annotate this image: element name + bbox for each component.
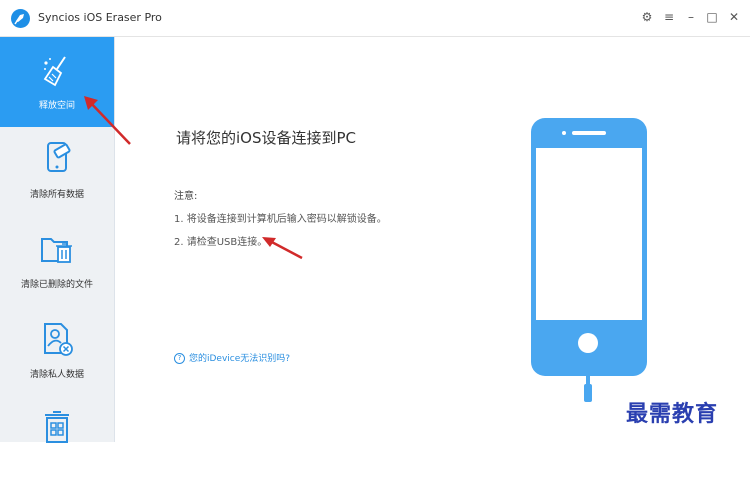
- minimize-icon[interactable]: –: [684, 10, 698, 24]
- phone-home-button: [578, 333, 598, 353]
- title-bar: Syncios iOS Eraser Pro ⚙ ≡ – □ ✕: [0, 0, 750, 37]
- watermark: 最需教育: [626, 401, 719, 427]
- notice-title: 注意:: [174, 191, 198, 202]
- annotation-arrow: [262, 237, 303, 260]
- sidebar-item-erase-deleted[interactable]: 清除已删除的文件: [0, 217, 114, 307]
- notice-line: 2. 请检查USB连接。: [174, 237, 268, 248]
- help-link-text: 您的iDevice无法识别吗?: [189, 354, 291, 364]
- app-logo-icon: [11, 9, 30, 28]
- phone-illustration: [531, 118, 647, 376]
- phone-eraser-icon: [47, 142, 71, 172]
- apps-trash-icon: [45, 411, 69, 443]
- broom-sparkle-icon: [43, 56, 66, 87]
- usb-cable-icon: [584, 376, 592, 402]
- settings-gear-icon[interactable]: ⚙: [640, 10, 654, 24]
- annotation-arrow: [84, 96, 131, 145]
- phone-speaker: [572, 131, 606, 135]
- sidebar-item-label: 清除所有数据: [29, 190, 84, 200]
- user-doc-delete-icon: [44, 323, 73, 356]
- sidebar-item-label: 清除私人数据: [29, 370, 84, 380]
- phone-camera: [562, 131, 566, 135]
- notice-line: 1. 将设备连接到计算机后输入密码以解锁设备。: [174, 214, 387, 225]
- app-title: Syncios iOS Eraser Pro: [38, 11, 162, 24]
- sidebar-item-label: 清除已删除的文件: [20, 280, 93, 290]
- close-icon[interactable]: ✕: [727, 10, 741, 24]
- maximize-icon[interactable]: □: [705, 10, 719, 24]
- connect-device-title: 请将您的iOS设备连接到PC: [176, 129, 357, 147]
- folder-trash-icon: [41, 238, 72, 263]
- menu-icon[interactable]: ≡: [662, 10, 676, 24]
- help-icon: ?: [174, 353, 185, 364]
- device-not-recognized-link[interactable]: ? 您的iDevice无法识别吗?: [174, 351, 290, 364]
- sidebar-item-erase-private[interactable]: 清除私人数据: [0, 307, 114, 397]
- sidebar-item-erase-apps[interactable]: [0, 397, 114, 487]
- phone-screen: [536, 148, 642, 320]
